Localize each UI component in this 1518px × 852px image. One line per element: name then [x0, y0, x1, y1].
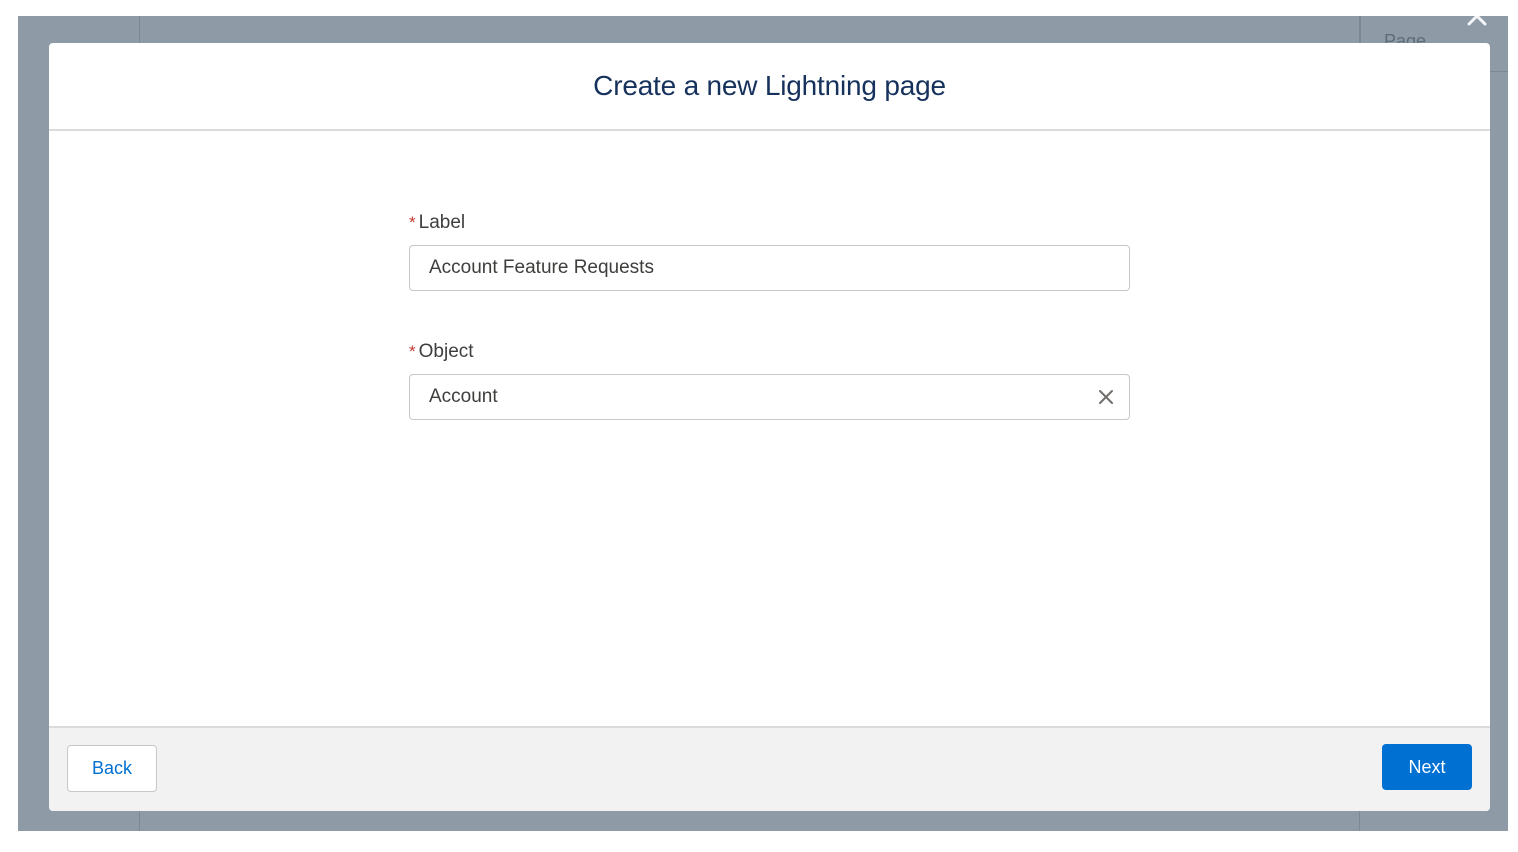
- close-icon: [1099, 390, 1113, 404]
- back-button[interactable]: Back: [67, 745, 157, 792]
- object-field-label-text: Object: [418, 341, 474, 362]
- label-input-wrapper: [409, 245, 1130, 291]
- new-lightning-page-modal: Create a new Lightning page * Label * Ob…: [49, 43, 1490, 811]
- modal-body: * Label * Object Account: [49, 131, 1490, 724]
- label-field-label: * Label: [409, 211, 1130, 235]
- clear-selection-button[interactable]: [1095, 386, 1117, 408]
- label-field: * Label: [409, 211, 1130, 291]
- modal-footer: Back Next: [49, 726, 1490, 811]
- next-button[interactable]: Next: [1382, 744, 1472, 790]
- modal-title: Create a new Lightning page: [593, 70, 946, 101]
- label-field-label-text: Label: [418, 212, 466, 233]
- background-close-icon: [1467, 16, 1487, 26]
- modal-header: Create a new Lightning page: [49, 43, 1490, 131]
- object-field: * Object Account: [409, 340, 1130, 420]
- required-indicator: *: [409, 342, 416, 361]
- object-field-label: * Object: [409, 340, 1130, 364]
- label-input[interactable]: [429, 257, 1110, 279]
- object-selected-value: Account: [429, 386, 498, 407]
- required-indicator: *: [409, 213, 416, 232]
- object-combobox[interactable]: Account: [409, 374, 1130, 420]
